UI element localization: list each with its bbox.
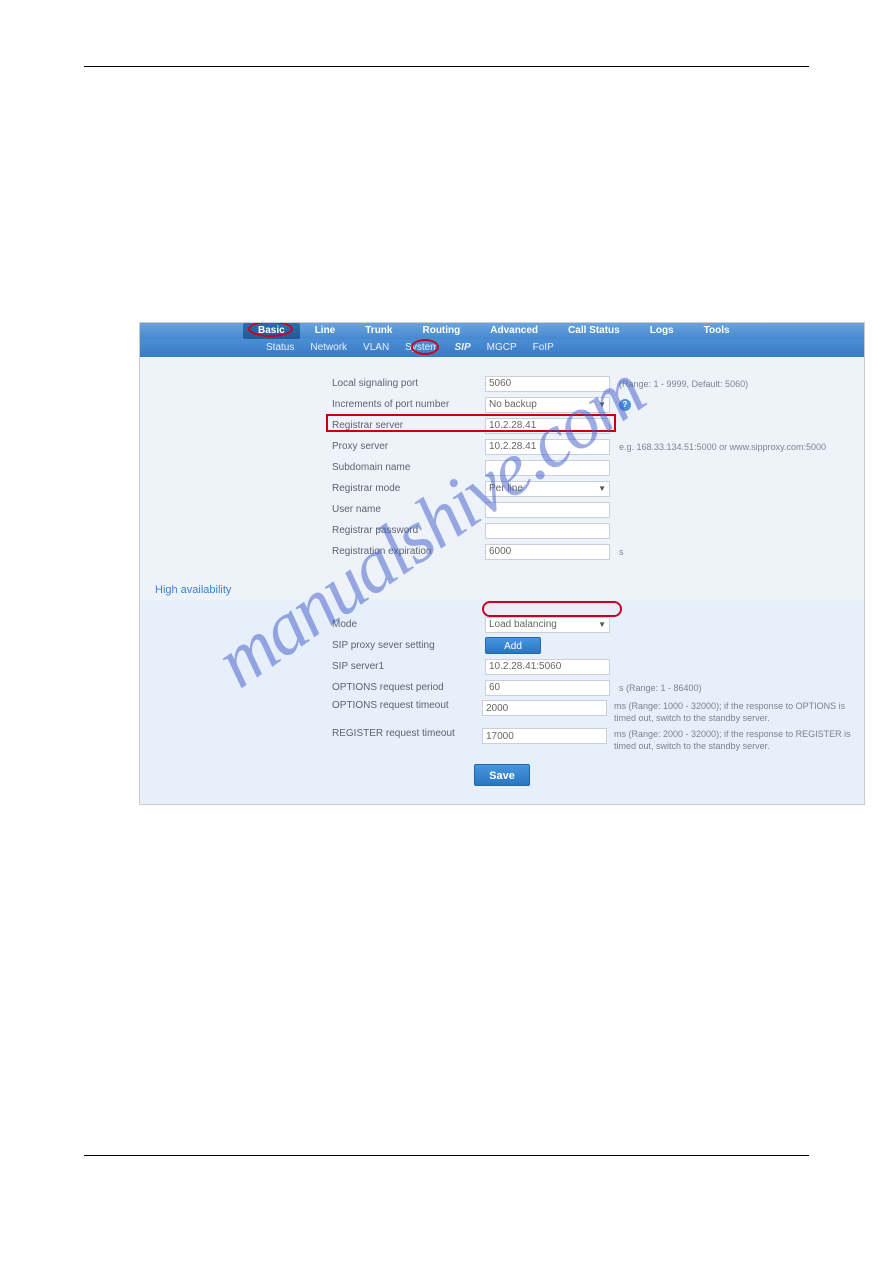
tab-routing[interactable]: Routing xyxy=(407,323,475,339)
chevron-down-icon: ▼ xyxy=(598,620,606,629)
input-local-signaling-port[interactable] xyxy=(485,376,610,392)
input-username[interactable] xyxy=(485,502,610,518)
tab-trunk[interactable]: Trunk xyxy=(350,323,407,339)
basic-form-section: Local signaling port (Range: 1 - 9999, D… xyxy=(140,357,864,574)
label-local-signaling-port: Local signaling port xyxy=(332,378,485,389)
row-reg-expiration: Registration expiration s xyxy=(140,541,864,562)
row-register-timeout: REGISTER request timeout ms (Range: 2000… xyxy=(140,726,864,754)
select-registrar-mode[interactable]: Per line ▼ xyxy=(485,481,610,497)
select-mode[interactable]: Load balancing ▼ xyxy=(485,617,610,633)
hint-options-period: s (Range: 1 - 86400) xyxy=(619,683,702,693)
subnav-sip[interactable]: SIP xyxy=(447,339,479,357)
subnav-network[interactable]: Network xyxy=(302,339,355,357)
row-registrar-server: Registrar server xyxy=(140,415,864,436)
hint-local-signaling-port: (Range: 1 - 9999, Default: 5060) xyxy=(619,379,748,389)
hint-options-timeout: ms (Range: 1000 - 32000); if the respons… xyxy=(614,700,864,724)
input-proxy-server[interactable] xyxy=(485,439,610,455)
select-mode-value: Load balancing xyxy=(489,619,557,630)
input-sip-server1[interactable] xyxy=(485,659,610,675)
section-title-ha: High availability xyxy=(140,574,864,600)
subnav-system[interactable]: System xyxy=(397,339,446,357)
row-username: User name xyxy=(140,499,864,520)
select-increments[interactable]: No backup ▼ xyxy=(485,397,610,413)
label-options-timeout: OPTIONS request timeout xyxy=(332,700,482,711)
label-mode: Mode xyxy=(332,619,485,630)
label-proxy-server: Proxy server xyxy=(332,441,485,452)
input-subdomain[interactable] xyxy=(485,460,610,476)
chevron-down-icon: ▼ xyxy=(598,400,606,409)
row-registrar-mode: Registrar mode Per line ▼ xyxy=(140,478,864,499)
screenshot-panel: Basic Line Trunk Routing Advanced Call S… xyxy=(139,322,865,805)
row-increments: Increments of port number No backup ▼ ? xyxy=(140,394,864,415)
hint-register-timeout: ms (Range: 2000 - 32000); if the respons… xyxy=(614,728,864,752)
tab-tools[interactable]: Tools xyxy=(689,323,745,339)
sub-nav: Status Network VLAN System SIP MGCP FoIP xyxy=(140,339,864,357)
tab-advanced[interactable]: Advanced xyxy=(475,323,553,339)
row-subdomain: Subdomain name xyxy=(140,457,864,478)
label-subdomain: Subdomain name xyxy=(332,462,485,473)
label-registrar-mode: Registrar mode xyxy=(332,483,485,494)
label-options-period: OPTIONS request period xyxy=(332,682,485,693)
tab-callstatus[interactable]: Call Status xyxy=(553,323,635,339)
input-options-timeout[interactable] xyxy=(482,700,607,716)
unit-reg-expiration: s xyxy=(619,547,624,557)
label-sip-server1: SIP server1 xyxy=(332,661,485,672)
subnav-status[interactable]: Status xyxy=(258,339,302,357)
ha-form-section: Mode Load balancing ▼ SIP proxy sever se… xyxy=(140,600,864,804)
row-sip-proxy-setting: SIP proxy sever setting Add xyxy=(140,635,864,656)
input-register-timeout[interactable] xyxy=(482,728,607,744)
subnav-mgcp[interactable]: MGCP xyxy=(479,339,525,357)
input-reg-expiration[interactable] xyxy=(485,544,610,560)
label-increments: Increments of port number xyxy=(332,399,485,410)
select-registrar-mode-value: Per line xyxy=(489,483,523,494)
add-button[interactable]: Add xyxy=(485,637,541,654)
tab-logs[interactable]: Logs xyxy=(635,323,689,339)
subnav-vlan[interactable]: VLAN xyxy=(355,339,397,357)
row-options-period: OPTIONS request period s (Range: 1 - 864… xyxy=(140,677,864,698)
hint-proxy-server: e.g. 168.33.134.51:5000 or www.sipproxy.… xyxy=(619,442,826,452)
chevron-down-icon: ▼ xyxy=(598,484,606,493)
input-registrar-password[interactable] xyxy=(485,523,610,539)
row-registrar-password: Registrar password xyxy=(140,520,864,541)
bottom-rule xyxy=(84,1155,809,1156)
input-options-period[interactable] xyxy=(485,680,610,696)
row-mode: Mode Load balancing ▼ xyxy=(140,614,864,635)
label-registrar-server: Registrar server xyxy=(332,420,485,431)
row-proxy-server: Proxy server e.g. 168.33.134.51:5000 or … xyxy=(140,436,864,457)
save-row: Save xyxy=(140,764,864,786)
help-icon[interactable]: ? xyxy=(619,399,631,411)
row-sip-server1: SIP server1 xyxy=(140,656,864,677)
label-register-timeout: REGISTER request timeout xyxy=(332,728,482,739)
label-reg-expiration: Registration expiration xyxy=(332,546,485,557)
label-username: User name xyxy=(332,504,485,515)
row-options-timeout: OPTIONS request timeout ms (Range: 1000 … xyxy=(140,698,864,726)
tab-line[interactable]: Line xyxy=(300,323,351,339)
subnav-foip[interactable]: FoIP xyxy=(525,339,562,357)
select-increments-value: No backup xyxy=(489,399,537,410)
label-registrar-password: Registrar password xyxy=(332,525,485,536)
main-nav: Basic Line Trunk Routing Advanced Call S… xyxy=(140,323,864,339)
label-sip-proxy-setting: SIP proxy sever setting xyxy=(332,640,485,651)
input-registrar-server[interactable] xyxy=(485,418,610,434)
tab-basic[interactable]: Basic xyxy=(243,323,300,339)
save-button[interactable]: Save xyxy=(474,764,530,786)
top-rule xyxy=(84,66,809,67)
row-local-signaling-port: Local signaling port (Range: 1 - 9999, D… xyxy=(140,373,864,394)
